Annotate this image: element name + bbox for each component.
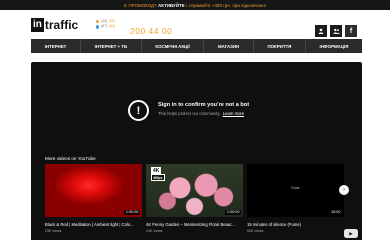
video-card[interactable]: Fume 15:00 15 minutes of silence (Fume) … bbox=[247, 164, 344, 233]
promo-bar: Є ПРОМОКОД? АКТИВУЙТЕ і отримайте +400 г… bbox=[0, 0, 390, 10]
video-views: 60K views bbox=[247, 229, 264, 233]
video-title[interactable]: 4K Peony Garden – Mesmerizing Floral Bea… bbox=[146, 222, 243, 227]
user-icon[interactable] bbox=[315, 25, 327, 37]
intraffic-logo[interactable]: in traffic bbox=[31, 18, 78, 32]
phone-number: (67) bbox=[100, 24, 108, 29]
facebook-glyph: f bbox=[349, 27, 353, 35]
nav-item-space-promos[interactable]: КОСМІЧНІ АКЦІЇ bbox=[142, 39, 205, 53]
video-duration: 15:00 bbox=[329, 209, 342, 215]
nav-item-information[interactable]: ІНФОРМАЦІЯ bbox=[306, 39, 362, 53]
video-duration: 1:00:00 bbox=[124, 209, 140, 215]
video-card[interactable]: 4K 60fps 1:00:00 4K Peony Garden – Mesme… bbox=[146, 164, 243, 233]
thumbnail-label: Fume bbox=[291, 186, 300, 190]
video-title[interactable]: 15 minutes of silence (Fume) bbox=[247, 222, 344, 227]
video-views: 23K views bbox=[45, 229, 62, 233]
video-duration: 1:00:00 bbox=[225, 209, 241, 215]
notice-subtitle: This helps protect our community. Learn … bbox=[158, 111, 249, 116]
promo-activate-link[interactable]: АКТИВУЙТЕ bbox=[158, 3, 185, 8]
video-thumbnail[interactable]: Fume 15:00 bbox=[247, 164, 344, 217]
more-videos-row: 1:00:00 Black & Red | Meditation | Ambie… bbox=[45, 164, 344, 233]
notice-sub-text: This helps protect our community. bbox=[158, 111, 221, 116]
logo-traffic: traffic bbox=[44, 18, 79, 32]
youtube-embed[interactable]: ! Sign in to confirm you’re not a bot Th… bbox=[31, 62, 362, 240]
lifecell-icon bbox=[96, 25, 100, 29]
chevron-right-icon[interactable]: › bbox=[339, 185, 349, 195]
video-views: 24K views bbox=[146, 229, 163, 233]
nav-item-coverage[interactable]: ПОКРИТТЯ bbox=[254, 39, 306, 53]
video-card[interactable]: 1:00:00 Black & Red | Meditation | Ambie… bbox=[45, 164, 142, 233]
phone-row-lifecell: (67) (63) bbox=[96, 24, 115, 29]
phone-list: (44) (50) (67) (63) bbox=[96, 19, 115, 30]
header-icons: f bbox=[315, 25, 357, 37]
video-title[interactable]: Black & Red | Meditation | Ambient light… bbox=[45, 222, 142, 227]
phone-code: (63) bbox=[108, 24, 116, 29]
main-nav: ІНТЕРНЕТ ІНТЕРНЕТ + ТБ КОСМІЧНІ АКЦІЇ МА… bbox=[31, 39, 362, 53]
users-icon[interactable] bbox=[330, 25, 342, 37]
nav-item-shop[interactable]: МАГАЗИН bbox=[204, 39, 254, 53]
notice-title: Sign in to confirm you’re not a bot bbox=[158, 102, 250, 108]
more-videos-title: More videos on YouTube bbox=[45, 156, 96, 161]
logo-in: in bbox=[31, 18, 44, 32]
facebook-icon[interactable]: f bbox=[345, 25, 357, 37]
bot-check-notice: ! Sign in to confirm you’re not a bot Th… bbox=[128, 100, 249, 121]
main-phone-number[interactable]: 200 44 00 bbox=[130, 26, 172, 36]
youtube-icon[interactable]: ▶ bbox=[344, 229, 358, 238]
video-thumbnail[interactable]: 4K 60fps 1:00:00 bbox=[146, 164, 243, 217]
fps-badge: 60fps bbox=[151, 174, 165, 182]
promo-after: і отримайте +400 грн. при підключенні bbox=[186, 2, 266, 8]
video-thumbnail[interactable]: 1:00:00 bbox=[45, 164, 142, 217]
alert-icon: ! bbox=[128, 100, 149, 121]
nav-item-internet-tv[interactable]: ІНТЕРНЕТ + ТБ bbox=[81, 39, 142, 53]
site-header: in traffic (44) (50) (67) (63) 200 44 00… bbox=[0, 10, 390, 39]
kyivstar-icon bbox=[96, 20, 100, 24]
nav-item-internet[interactable]: ІНТЕРНЕТ bbox=[31, 39, 81, 53]
learn-more-link[interactable]: Learn more bbox=[223, 111, 244, 116]
promo-before: Є ПРОМОКОД? bbox=[124, 2, 157, 8]
